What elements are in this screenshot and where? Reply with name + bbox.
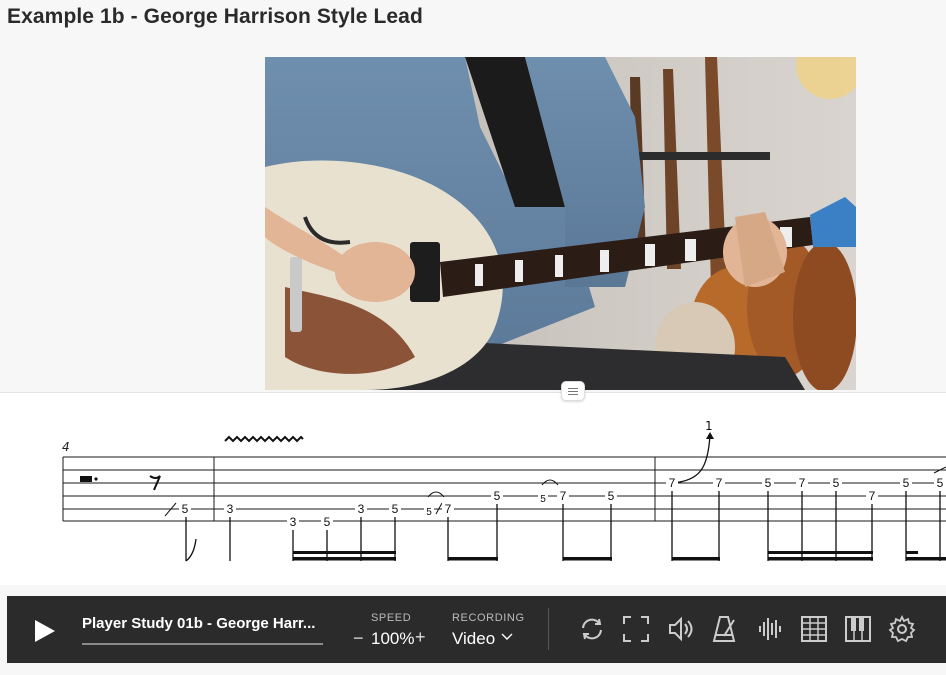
fret-number: 7 <box>669 476 676 490</box>
play-button[interactable] <box>29 616 59 646</box>
waveform-button[interactable] <box>755 614 785 644</box>
piano-icon <box>845 616 871 642</box>
play-icon <box>35 620 55 642</box>
speed-label: SPEED <box>371 612 412 624</box>
fret-number: 5 <box>182 502 189 516</box>
metronome-icon <box>712 616 736 642</box>
fret-number: 7 <box>560 489 567 503</box>
chevron-down-icon[interactable] <box>501 629 513 643</box>
lesson-video[interactable] <box>265 57 856 390</box>
divider <box>548 608 549 650</box>
fret-number: 7 <box>799 476 806 490</box>
fret-number: 7 <box>869 489 876 503</box>
fret-number: 5 <box>324 515 331 529</box>
piano-button[interactable] <box>843 614 873 644</box>
volume-button[interactable] <box>666 614 696 644</box>
loop-icon <box>582 618 602 640</box>
fret-number: 3 <box>227 502 234 516</box>
metronome-button[interactable] <box>709 614 739 644</box>
fret-number: 5 <box>937 476 944 490</box>
recording-label: RECORDING <box>452 612 525 624</box>
fret-number: 5 <box>392 502 399 516</box>
tab-staff: 4 1 5 3 3 5 3 5 5 7 5 5 7 5 7 7 5 7 5 7 … <box>62 419 946 562</box>
fret-number: 5 <box>540 494 546 505</box>
speed-value: 100% <box>371 629 415 648</box>
fret-number: 5 <box>426 507 432 518</box>
handle-lines-icon <box>568 390 578 392</box>
recording-select[interactable]: Video <box>452 629 495 649</box>
fret-number: 7 <box>445 502 452 516</box>
fret-number: 5 <box>765 476 772 490</box>
fret-number: 5 <box>903 476 910 490</box>
speed-decrease-button[interactable]: − <box>353 628 364 649</box>
tab-grid-icon <box>801 616 827 642</box>
settings-button[interactable] <box>887 614 917 644</box>
gear-icon <box>888 614 916 643</box>
speed-increase-button[interactable]: + <box>415 627 426 648</box>
measure-number: 4 <box>62 440 70 454</box>
video-frame-image <box>265 57 856 390</box>
fullscreen-button[interactable] <box>621 614 651 644</box>
fret-number: 7 <box>716 476 723 490</box>
loop-button[interactable] <box>577 614 607 644</box>
tab-view-button[interactable] <box>799 614 829 644</box>
waveform-icon <box>759 618 781 640</box>
bend-label: 1 <box>705 419 713 433</box>
fret-number: 5 <box>833 476 840 490</box>
tab-notation[interactable]: 4 1 5 3 3 5 3 5 5 7 5 5 7 5 7 7 5 7 5 7 … <box>0 392 946 585</box>
fret-number: 3 <box>358 502 365 516</box>
fret-number: 5 <box>608 489 615 503</box>
player-bar: Player Study 01b - George Harr... SPEED … <box>7 596 946 663</box>
resize-handle[interactable] <box>561 381 585 401</box>
fret-number: 5 <box>494 489 501 503</box>
track-progress[interactable] <box>82 643 323 645</box>
volume-icon <box>669 616 693 642</box>
track-title[interactable]: Player Study 01b - George Harr... <box>82 615 328 632</box>
fullscreen-icon <box>623 616 649 642</box>
fret-number: 3 <box>290 515 297 529</box>
page-title: Example 1b - George Harrison Style Lead <box>7 5 423 28</box>
